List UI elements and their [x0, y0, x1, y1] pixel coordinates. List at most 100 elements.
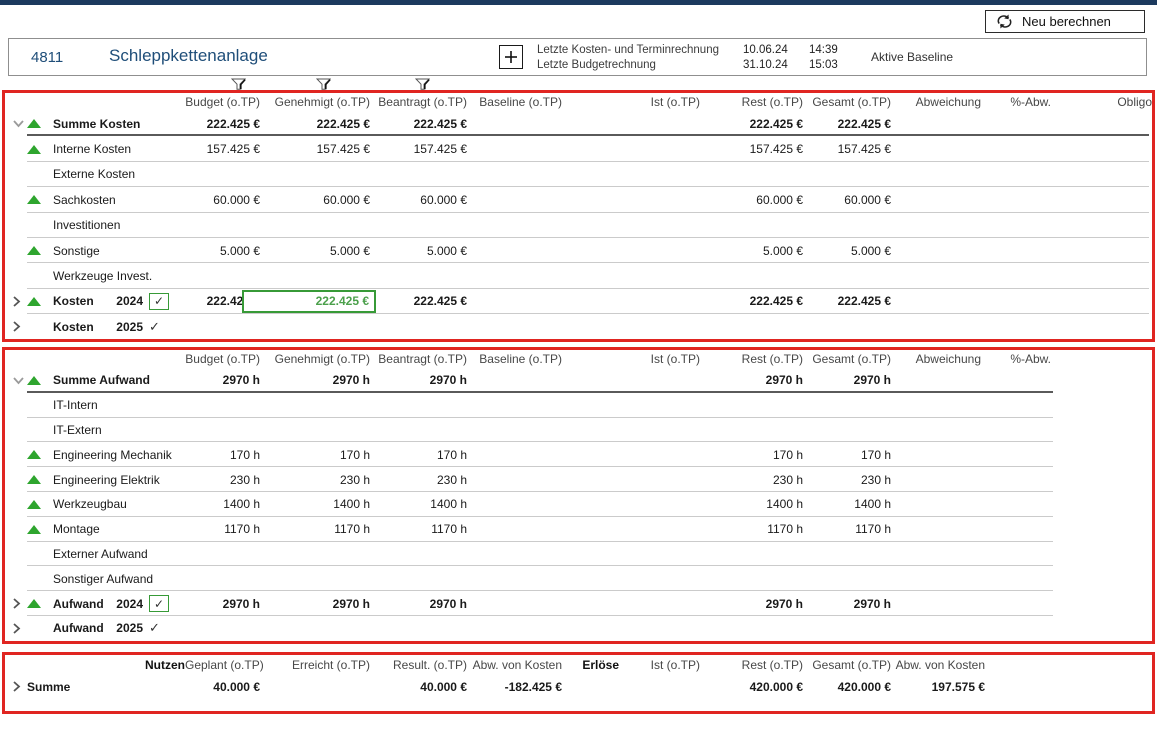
- plus-icon: [504, 50, 518, 64]
- table-row: Kosten2025✓: [5, 314, 1152, 339]
- chevron-down-icon[interactable]: [5, 119, 27, 128]
- table-row: Sachkosten60.000 €60.000 €60.000 €60.000…: [5, 187, 1152, 212]
- value-cell: 2970 h: [260, 597, 370, 611]
- value-cell: 1170 h: [803, 522, 891, 536]
- column-header: Result. (o.TP): [370, 658, 467, 672]
- editable-amount-cell[interactable]: 222.425 €: [242, 290, 376, 313]
- value-cell: 1170 h: [185, 522, 260, 536]
- year-label: 2025: [109, 621, 143, 635]
- trend-up-triangle-icon: [27, 500, 41, 509]
- value-cell: 1400 h: [700, 497, 803, 511]
- row-label: Aufwand: [53, 621, 109, 635]
- column-header: Beantragt (o.TP): [370, 95, 467, 109]
- filter-funnel-icon[interactable]: [316, 77, 331, 89]
- last-cost-run-time: 14:39: [809, 43, 838, 58]
- table-row: Werkzeugbau1400 h1400 h1400 h1400 h1400 …: [5, 492, 1152, 517]
- row-label-cell: Engineering Mechanik: [5, 442, 185, 467]
- value-cell: 2970 h: [700, 597, 803, 611]
- chevron-down-icon[interactable]: [5, 376, 27, 385]
- top-navy-bar: [0, 0, 1157, 5]
- chevron-right-icon[interactable]: [5, 320, 27, 333]
- value-cell: 222.425 €: [803, 117, 891, 131]
- column-header: Genehmigt (o.TP): [260, 95, 370, 109]
- column-header: Ist (o.TP): [562, 95, 700, 109]
- column-header: %-Abw.: [981, 352, 1051, 366]
- column-header: Rest (o.TP): [700, 352, 803, 366]
- row-label-cell: Sonstige: [5, 238, 185, 263]
- row-label: IT-Intern: [53, 398, 185, 412]
- row-label: Aufwand: [53, 597, 109, 611]
- value-cell: 5.000 €: [185, 244, 260, 258]
- checkmark-icon[interactable]: ✓: [149, 319, 160, 335]
- row-label: Montage: [53, 522, 185, 536]
- row-label-cell: Werkzeugbau: [5, 492, 185, 517]
- year-checkbox[interactable]: ✓: [149, 293, 169, 310]
- table-row: IT-Extern: [5, 418, 1152, 443]
- costs-table-section: Budget (o.TP)Genehmigt (o.TP)Beantragt (…: [2, 90, 1155, 342]
- recalculate-button[interactable]: Neu berechnen: [985, 10, 1145, 33]
- value-cell: 1400 h: [803, 497, 891, 511]
- checkbox-cell: ✓: [149, 293, 185, 310]
- value-cell: 170 h: [260, 448, 370, 462]
- chevron-right-icon[interactable]: [5, 622, 27, 635]
- add-button[interactable]: [499, 45, 523, 69]
- value-cell: 40.000 €: [185, 680, 260, 694]
- row-label: Summe Aufwand: [53, 373, 185, 387]
- trend-up-triangle-icon: [27, 599, 41, 608]
- chevron-right-icon[interactable]: [5, 295, 27, 308]
- value-cell: 222.425 €: [260, 290, 370, 313]
- table-row: Engineering Elektrik230 h230 h230 h230 h…: [5, 467, 1152, 492]
- column-header: Ist (o.TP): [619, 658, 700, 672]
- value-cell: 157.425 €: [370, 142, 467, 156]
- filter-funnel-icon[interactable]: [231, 77, 246, 89]
- value-cell: 230 h: [185, 473, 260, 487]
- value-cell: 170 h: [700, 448, 803, 462]
- table-row: Interne Kosten157.425 €157.425 €157.425 …: [5, 136, 1152, 161]
- value-cell: 230 h: [700, 473, 803, 487]
- value-cell: 60.000 €: [700, 193, 803, 207]
- benefits-table-section: NutzenGeplant (o.TP)Erreicht (o.TP)Resul…: [2, 652, 1155, 714]
- filter-funnel-icon[interactable]: [415, 77, 430, 89]
- trend-up-triangle-icon: [27, 450, 41, 459]
- value-cell: 1400 h: [260, 497, 370, 511]
- column-header: Abw. von Kosten: [891, 658, 985, 672]
- trend-up-triangle-icon: [27, 195, 41, 204]
- row-label: Externer Aufwand: [53, 547, 185, 561]
- row-label-cell: Sonstiger Aufwand: [5, 566, 185, 591]
- trend-up-triangle-icon: [27, 119, 41, 128]
- column-header: Genehmigt (o.TP): [260, 352, 370, 366]
- indicator-cell: [27, 119, 53, 128]
- column-header: Abweichung: [891, 95, 981, 109]
- row-label-cell: Interne Kosten: [5, 136, 185, 161]
- row-label: Kosten: [53, 320, 109, 334]
- column-header: Erreicht (o.TP): [260, 658, 370, 672]
- trend-up-triangle-icon: [27, 525, 41, 534]
- value-cell: 1170 h: [370, 522, 467, 536]
- trend-up-triangle-icon: [27, 145, 41, 154]
- table-row: Investitionen: [5, 213, 1152, 238]
- column-header: Rest (o.TP): [700, 658, 803, 672]
- chevron-right-icon[interactable]: [5, 680, 27, 693]
- row-label-cell: Kosten2025✓: [5, 314, 185, 339]
- year-checkbox[interactable]: ✓: [149, 595, 169, 612]
- indicator-cell: [27, 145, 53, 154]
- indicator-cell: [27, 500, 53, 509]
- value-cell: 5.000 €: [700, 244, 803, 258]
- refresh-icon: [996, 14, 1013, 29]
- value-cell: 157.425 €: [260, 142, 370, 156]
- value-cell: 230 h: [370, 473, 467, 487]
- row-label: Sonstiger Aufwand: [53, 572, 185, 586]
- column-header: Rest (o.TP): [700, 95, 803, 109]
- indicator-cell: [27, 450, 53, 459]
- last-budget-run-label: Letzte Budgetrechnung: [537, 58, 719, 73]
- checkmark-icon[interactable]: ✓: [149, 620, 160, 636]
- table-row: Aufwand2025 ✓: [5, 616, 1152, 641]
- row-label: Engineering Mechanik: [53, 448, 185, 462]
- table-row: Engineering Mechanik170 h170 h170 h170 h…: [5, 442, 1152, 467]
- chevron-right-icon[interactable]: [5, 597, 27, 610]
- row-label-cell: Aufwand2025 ✓: [5, 616, 185, 641]
- column-header: Abw. von Kosten: [467, 658, 562, 672]
- row-label: Summe: [27, 680, 101, 694]
- value-cell: 170 h: [370, 448, 467, 462]
- row-label: Investitionen: [53, 218, 185, 232]
